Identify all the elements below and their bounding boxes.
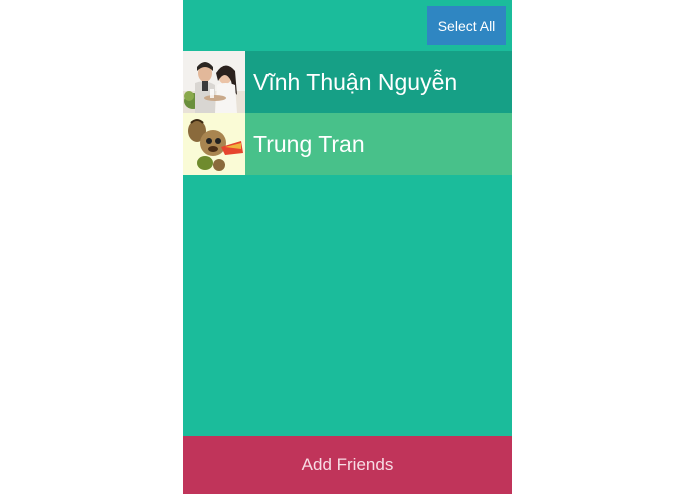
- avatar: [183, 51, 245, 113]
- friend-name: Vĩnh Thuận Nguyễn: [253, 68, 458, 95]
- couple-photo: [183, 51, 245, 113]
- select-all-button[interactable]: Select All: [427, 6, 506, 45]
- friend-list: Vĩnh Thuận Nguyễn Trung Tran: [183, 51, 512, 175]
- friend-name: Trung Tran: [253, 130, 365, 157]
- friend-picker-screen: Select All Vĩnh Thuận Nguyễn Trung Tran …: [183, 0, 512, 494]
- add-friends-button[interactable]: Add Friends: [183, 436, 512, 494]
- avatar: [183, 113, 245, 175]
- cartoon-dog-image: [183, 113, 245, 175]
- friend-row-vinh-thuan[interactable]: Vĩnh Thuận Nguyễn: [183, 51, 512, 113]
- friend-row-trung-tran[interactable]: Trung Tran: [183, 113, 512, 175]
- top-bar: Select All: [183, 0, 512, 51]
